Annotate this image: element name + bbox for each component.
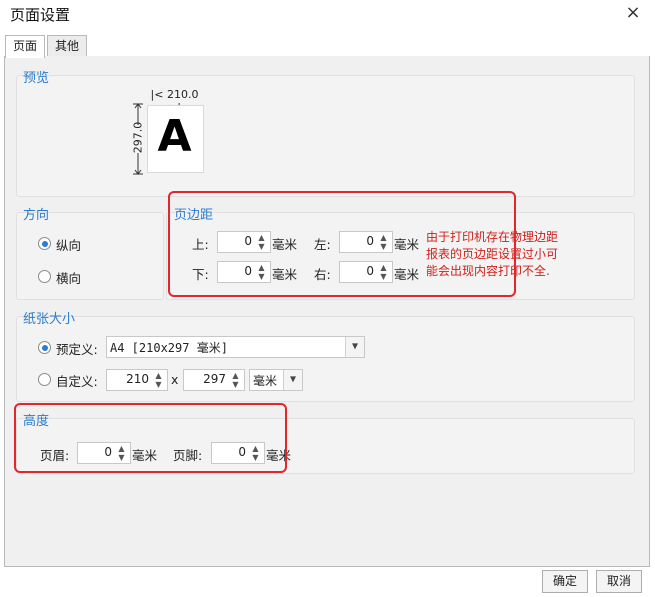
preview-height: 297.0 (131, 121, 145, 154)
preview-group-label: 预览 (23, 71, 50, 86)
tab-page[interactable]: 页面 (5, 35, 46, 58)
close-icon[interactable]: × (622, 2, 644, 24)
cancel-button[interactable]: 取消 (596, 570, 642, 593)
preview-width: 210.0 (166, 88, 199, 101)
spin-arrows-icon[interactable]: ▲ ▼ (229, 371, 242, 389)
orientation-group (16, 212, 164, 300)
preview-letter: A (157, 111, 192, 162)
custom-radio[interactable] (38, 373, 51, 386)
custom-width-input[interactable]: 210 ▲ ▼ (106, 369, 168, 391)
margins-annotation-box (168, 191, 516, 297)
predefined-label[interactable]: 预定义: (56, 339, 98, 358)
preview-group (16, 75, 635, 197)
unit-select[interactable]: 毫米 ▼ (249, 369, 303, 391)
orientation-group-label: 方向 (23, 208, 50, 223)
chevron-down-icon[interactable]: ▼ (283, 370, 302, 390)
landscape-radio[interactable] (38, 270, 51, 283)
landscape-label[interactable]: 横向 (56, 268, 81, 287)
portrait-radio[interactable] (38, 237, 51, 250)
times-sign: x (171, 372, 179, 387)
height-annotation-box (14, 403, 287, 473)
ok-button[interactable]: 确定 (542, 570, 588, 593)
tab-other[interactable]: 其他 (47, 35, 88, 57)
paper-size-group-label: 纸张大小 (23, 312, 76, 327)
predefined-paper-select[interactable]: A4 [210x297 毫米] ▼ (106, 336, 365, 358)
portrait-label[interactable]: 纵向 (56, 235, 81, 254)
preview-height-dimension: 297.0 (131, 103, 145, 175)
spin-arrows-icon[interactable]: ▲ ▼ (152, 371, 165, 389)
custom-height-input[interactable]: 297 ▲ ▼ (183, 369, 245, 391)
predefined-radio[interactable] (38, 341, 51, 354)
window-title: 页面设置 (10, 6, 71, 24)
chevron-down-icon[interactable]: ▼ (345, 337, 364, 357)
custom-label[interactable]: 自定义: (56, 371, 98, 390)
